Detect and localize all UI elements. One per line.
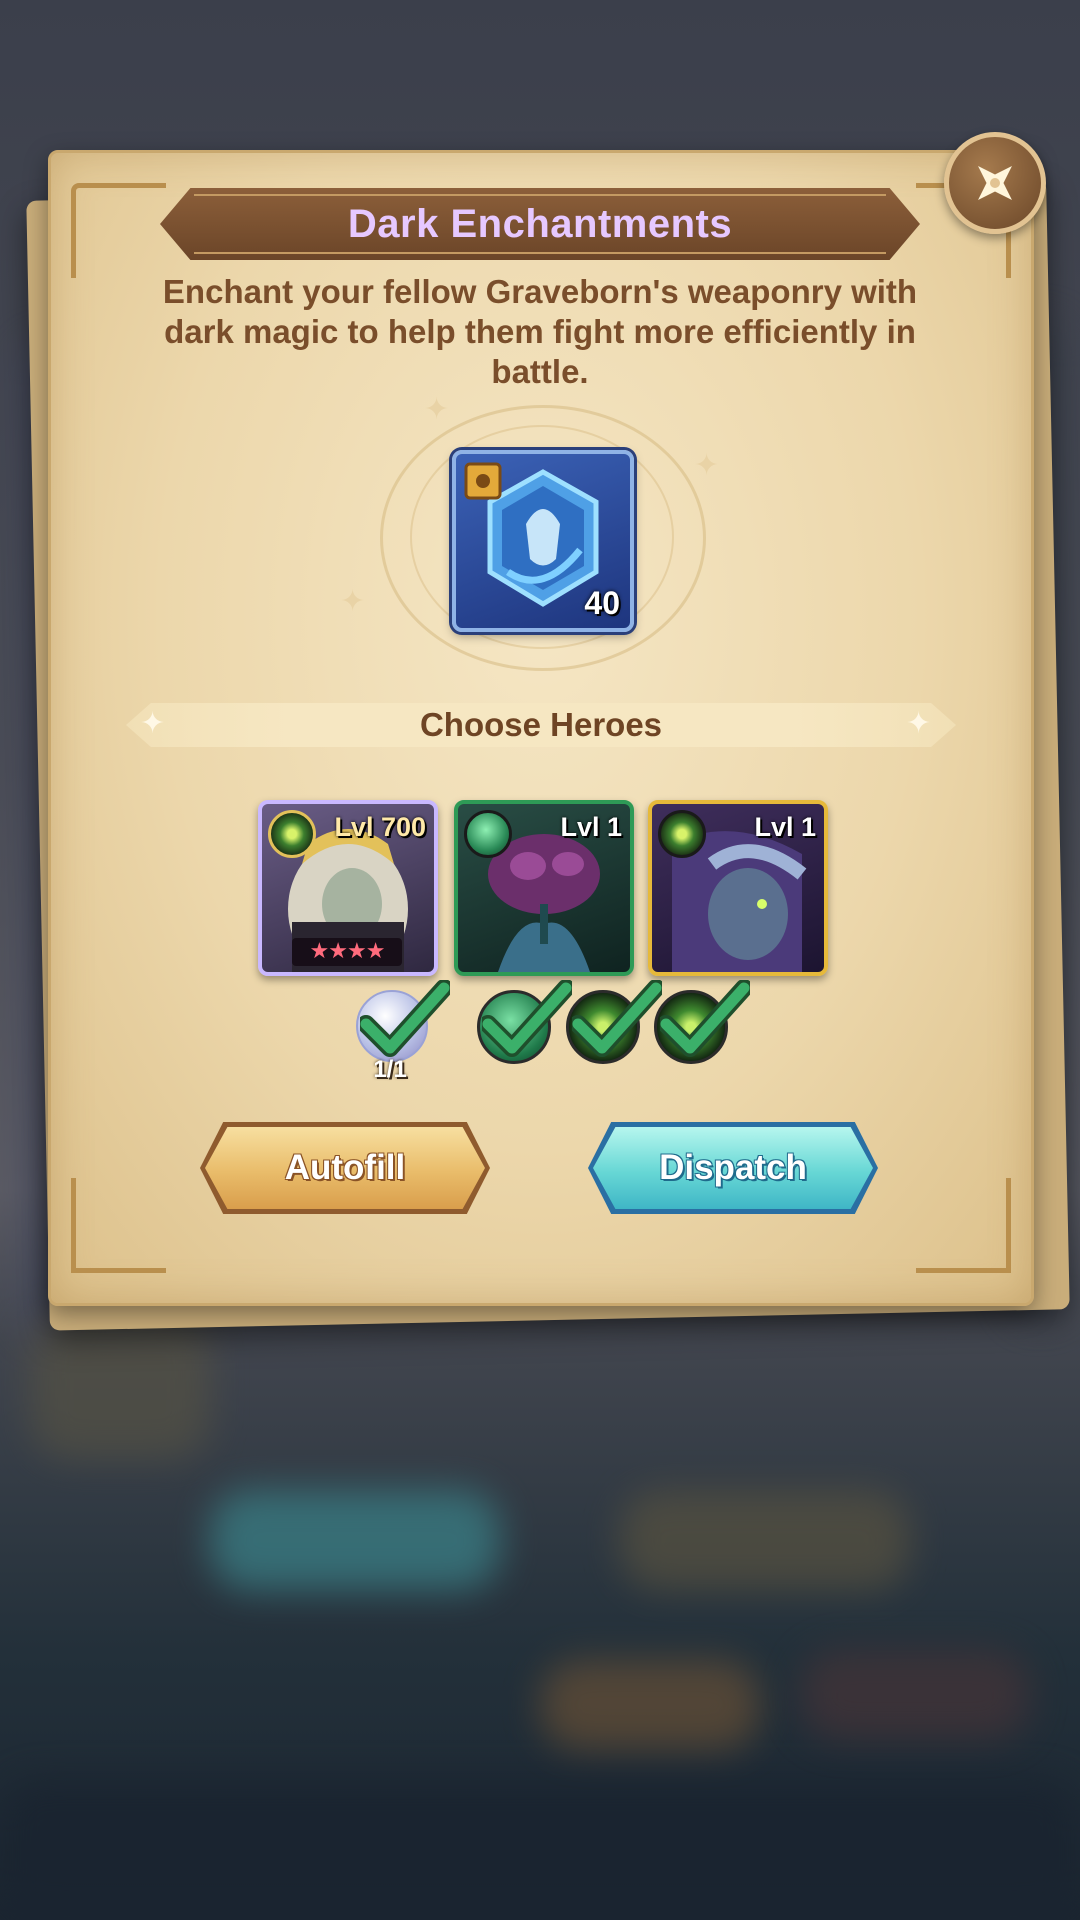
corner-ornament <box>71 1178 166 1273</box>
graveborn-faction-icon <box>268 810 316 858</box>
sparkle-icon: ✦ <box>694 448 720 483</box>
background-blur <box>800 1650 1030 1740</box>
hero-stars: ★★★★ <box>292 938 402 966</box>
choose-heroes-label: Choose Heroes <box>419 706 663 743</box>
background-blur <box>0 1780 1080 1920</box>
close-button[interactable] <box>944 132 1046 234</box>
autofill-button[interactable]: Autofill <box>200 1122 490 1214</box>
wilder-faction-icon <box>464 810 512 858</box>
wilder-faction-icon <box>477 990 551 1064</box>
hero-card-1[interactable]: Lvl 700 ★★★★ <box>258 800 438 976</box>
hero-level: Lvl 700 <box>334 812 426 842</box>
graveborn-faction-icon <box>658 810 706 858</box>
corner-ornament <box>916 1178 1011 1273</box>
dialog-description: Enchant your fellow Graveborn's weaponry… <box>162 273 918 390</box>
hero-card-3[interactable]: Lvl 1 <box>648 800 828 976</box>
hero-level: Lvl 1 <box>560 812 622 842</box>
dispatch-button-label: Dispatch <box>659 1148 807 1187</box>
close-icon <box>978 166 1012 200</box>
corner-ornament <box>71 183 166 278</box>
background-blur <box>540 1660 760 1750</box>
background-blur <box>210 1490 500 1590</box>
autofill-button-label: Autofill <box>284 1148 406 1187</box>
background-blur <box>620 1490 910 1590</box>
graveborn-faction-icon <box>566 990 640 1064</box>
title-banner: Dark Enchantments <box>160 188 920 260</box>
ascension-crystal-icon <box>356 990 428 1062</box>
hero-card-2[interactable]: Lvl 1 <box>454 800 634 976</box>
reward-count: 40 <box>584 585 620 621</box>
sparkle-icon: ✦ <box>424 392 450 427</box>
dialog-title: Dark Enchantments <box>347 201 733 246</box>
reward-item[interactable]: 40 <box>452 450 634 632</box>
crystal-requirement-count: 1/1 <box>373 1056 407 1083</box>
sparkle-icon: ✦ <box>340 584 366 619</box>
hero-level: Lvl 1 <box>754 812 816 842</box>
graveborn-faction-icon <box>654 990 728 1064</box>
background-blur <box>30 1310 210 1460</box>
dispatch-button[interactable]: Dispatch <box>588 1122 878 1214</box>
